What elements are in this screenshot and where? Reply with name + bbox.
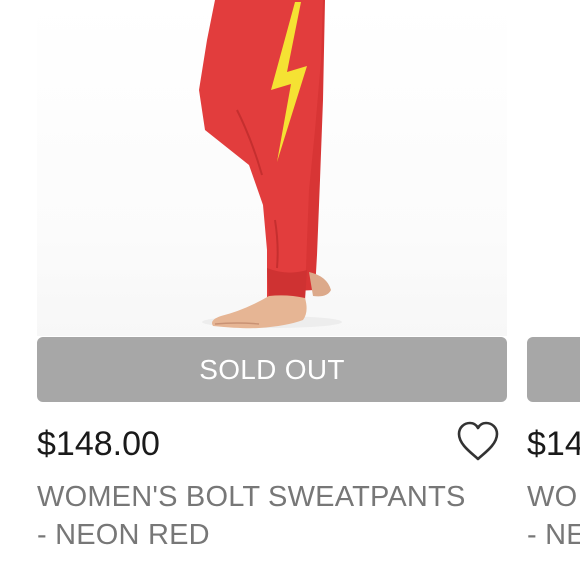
product-title-line: - NE bbox=[527, 519, 580, 551]
product-price: $148.00 bbox=[37, 425, 160, 463]
product-image[interactable] bbox=[527, 0, 580, 336]
front-leg bbox=[199, 0, 323, 300]
back-foot bbox=[309, 272, 331, 297]
product-title[interactable]: WO - NE bbox=[527, 478, 580, 554]
sold-out-button[interactable]: SOLD OUT bbox=[37, 337, 507, 402]
product-image[interactable] bbox=[37, 0, 507, 336]
product-price: $14 bbox=[527, 425, 580, 463]
product-grid: SOLD OUT $148.00 WOMEN'S BOLT SWEATPANTS… bbox=[0, 0, 580, 580]
sold-out-button[interactable] bbox=[527, 337, 580, 402]
product-title-line: WOMEN'S BOLT SWEATPANTS bbox=[37, 481, 466, 513]
wishlist-button[interactable] bbox=[455, 420, 501, 464]
product-title-line: - NEON RED bbox=[37, 519, 210, 551]
product-title-line: WO bbox=[527, 481, 578, 513]
product-title[interactable]: WOMEN'S BOLT SWEATPANTS - NEON RED bbox=[37, 478, 507, 554]
heart-outline-icon bbox=[457, 421, 499, 461]
